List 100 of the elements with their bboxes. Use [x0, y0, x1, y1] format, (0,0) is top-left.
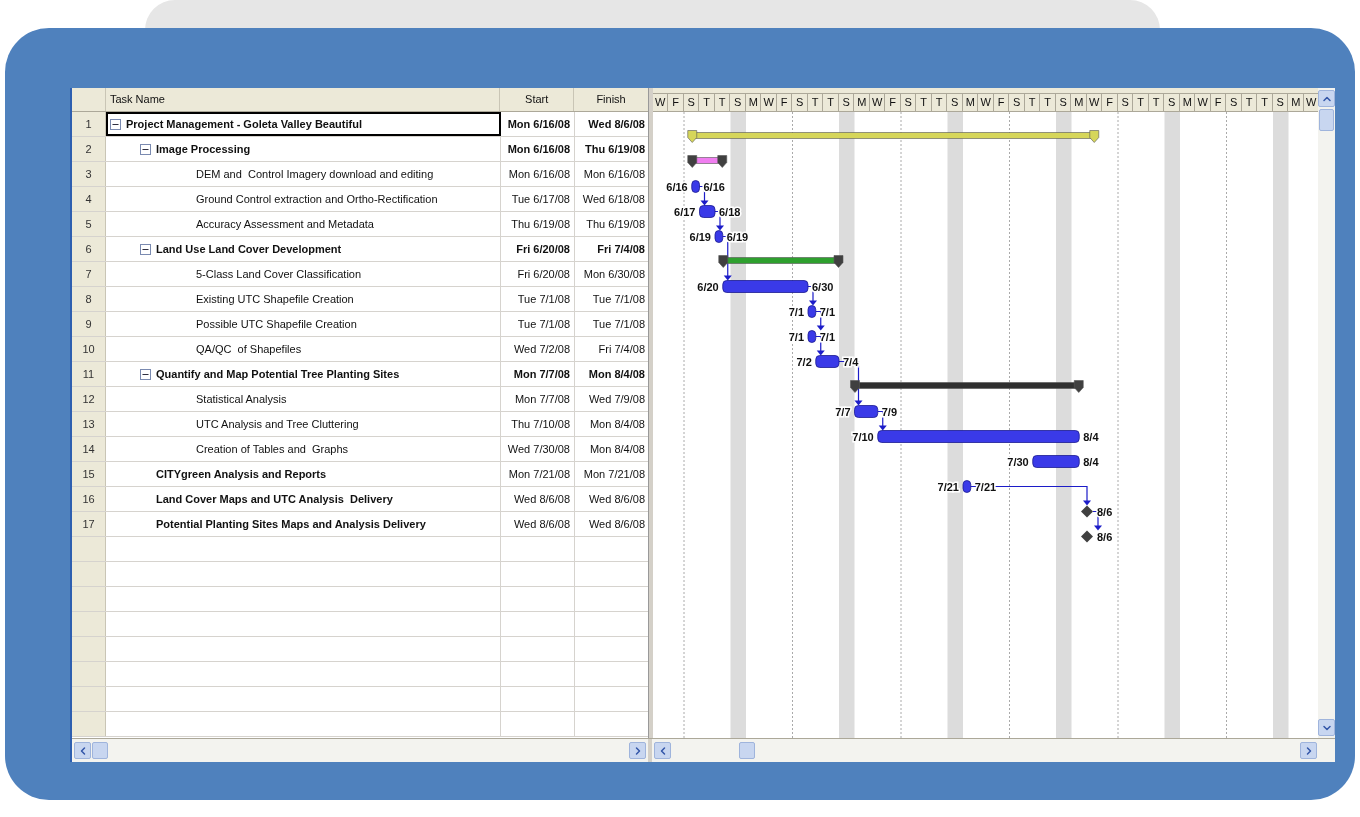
task-name: Quantify and Map Potential Tree Planting Sites: [156, 366, 400, 382]
milestone-diamond[interactable]: [1081, 530, 1093, 543]
table-cell[interactable]: CITYgreen Analysis and Reports: [106, 462, 501, 486]
summary-bar[interactable]: [687, 155, 728, 168]
row-number[interactable]: 15: [72, 462, 106, 486]
row-number[interactable]: 16: [72, 487, 106, 511]
table-cell[interactable]: Existing UTC Shapefile Creation: [106, 287, 501, 311]
table-cell-text: Thu 6/19/08: [585, 216, 646, 232]
timescale-day: S: [730, 93, 746, 111]
row-number[interactable]: 6: [72, 237, 106, 261]
table-cell[interactable]: Quantify and Map Potential Tree Planting Sites: [106, 362, 501, 386]
timescale-day: M: [963, 93, 979, 111]
table-cell[interactable]: DEM and Control Imagery download and editing: [106, 162, 501, 186]
row-number[interactable]: 14: [72, 437, 106, 461]
vertical-scrollbar[interactable]: [1318, 88, 1335, 738]
task-bar[interactable]: [815, 355, 840, 368]
table-cell: Wed 8/6/08: [501, 512, 575, 536]
scrollbar-thumb[interactable]: [92, 742, 108, 759]
scroll-down-button[interactable]: [1318, 719, 1335, 736]
task-bar[interactable]: [699, 205, 716, 218]
table-cell[interactable]: Image Processing: [106, 137, 501, 161]
task-bar[interactable]: [962, 480, 972, 493]
scroll-up-button[interactable]: [1318, 90, 1335, 107]
table-cell-text: Thu 6/19/08: [584, 141, 646, 157]
table-cell[interactable]: Project Management - Goleta Valley Beautiful: [106, 112, 501, 136]
column-header[interactable]: Finish: [574, 88, 648, 111]
collapse-toggle[interactable]: [140, 243, 151, 255]
row-number[interactable]: 2: [72, 137, 106, 161]
task-name: Existing UTC Shapefile Creation: [196, 291, 354, 307]
scrollbar-thumb[interactable]: [1319, 109, 1334, 131]
table-cell-text: Mon 6/16/08: [582, 166, 646, 182]
column-header[interactable]: Start: [500, 88, 575, 111]
timescale-day: S: [1118, 93, 1134, 111]
table-cell-text: Mon 7/21/08: [582, 466, 646, 482]
table-cell[interactable]: Ground Control extraction and Ortho-Rectification: [106, 187, 501, 211]
row-number[interactable]: 10: [72, 337, 106, 361]
table-cell-text: Fri 7/4/08: [597, 341, 646, 357]
date-label: 6/19: [689, 230, 711, 243]
scrollbar-thumb[interactable]: [739, 742, 756, 759]
row-number[interactable]: 8: [72, 287, 106, 311]
timescale-day: F: [668, 93, 684, 111]
date-label: 7/2: [796, 355, 812, 368]
scroll-left-button[interactable]: [74, 742, 91, 759]
horizontal-scrollbar[interactable]: [652, 739, 1335, 762]
row-number[interactable]: 12: [72, 387, 106, 411]
task-bar[interactable]: [714, 230, 724, 243]
task-name: UTC Analysis and Tree Cluttering: [196, 416, 359, 432]
timescale-day: W: [978, 93, 994, 111]
date-label: 8/6: [1097, 505, 1113, 518]
table-cell[interactable]: UTC Analysis and Tree Cluttering: [106, 412, 501, 436]
summary-bar[interactable]: [850, 380, 1084, 393]
table-cell-text: Wed 8/6/08: [587, 516, 646, 532]
table-cell[interactable]: Creation of Tables and Graphs: [106, 437, 501, 461]
row-number[interactable]: 5: [72, 212, 106, 236]
row-number[interactable]: 4: [72, 187, 106, 211]
task-bar[interactable]: [854, 405, 879, 418]
task-bar[interactable]: [1032, 455, 1080, 468]
timescale-day: F: [885, 93, 901, 111]
timescale-day: S: [1164, 93, 1180, 111]
task-bar[interactable]: [807, 305, 817, 318]
scroll-right-button[interactable]: [629, 742, 647, 759]
row-number[interactable]: 13: [72, 412, 106, 436]
task-name: Possible UTC Shapefile Creation: [196, 316, 357, 332]
table-cell[interactable]: QA/QC of Shapefiles: [106, 337, 501, 361]
table-cell: Fri 6/20/08: [501, 237, 575, 261]
row-number[interactable]: 11: [72, 362, 106, 386]
table-cell[interactable]: Accuracy Assessment and Metadata: [106, 212, 501, 236]
table-cell[interactable]: Potential Planting Sites Maps and Analysis Delivery: [106, 512, 501, 536]
collapse-toggle[interactable]: [140, 143, 151, 155]
column-header[interactable]: Task Name: [105, 88, 501, 111]
date-label: 7/1: [819, 330, 836, 343]
timescale-day: T: [699, 93, 715, 111]
timescale-day: F: [994, 93, 1010, 111]
row-number[interactable]: 17: [72, 512, 106, 536]
date-label: 7/10: [852, 430, 874, 443]
table-cell[interactable]: Possible UTC Shapefile Creation: [106, 312, 501, 336]
date-label: 6/20: [697, 280, 719, 293]
table-cell[interactable]: Land Cover Maps and UTC Analysis Delivery: [106, 487, 501, 511]
table-cell[interactable]: 5-Class Land Cover Classification: [106, 262, 501, 286]
horizontal-scrollbar[interactable]: [72, 739, 649, 762]
task-bar[interactable]: [691, 180, 700, 193]
date-label: 8/4: [1083, 430, 1099, 443]
table-cell: Mon 6/16/08: [501, 137, 575, 161]
task-name: Creation of Tables and Graphs: [196, 441, 349, 457]
timescale-day: T: [1257, 93, 1273, 111]
milestone-diamond[interactable]: [1081, 505, 1093, 518]
table-cell[interactable]: Land Use Land Cover Development: [106, 237, 501, 261]
row-number[interactable]: 1: [72, 112, 106, 136]
collapse-toggle[interactable]: [110, 118, 121, 130]
task-bar[interactable]: [722, 280, 809, 293]
row-number[interactable]: 3: [72, 162, 106, 186]
task-bar[interactable]: [807, 330, 817, 343]
row-number[interactable]: 7: [72, 262, 106, 286]
table-cell[interactable]: Statistical Analysis: [106, 387, 501, 411]
scroll-left-button[interactable]: [654, 742, 672, 759]
scroll-right-button[interactable]: [1300, 742, 1317, 759]
summary-bar[interactable]: [718, 255, 844, 268]
collapse-toggle[interactable]: [140, 368, 151, 380]
row-number[interactable]: 9: [72, 312, 106, 336]
timescale-day: F: [1102, 93, 1118, 111]
